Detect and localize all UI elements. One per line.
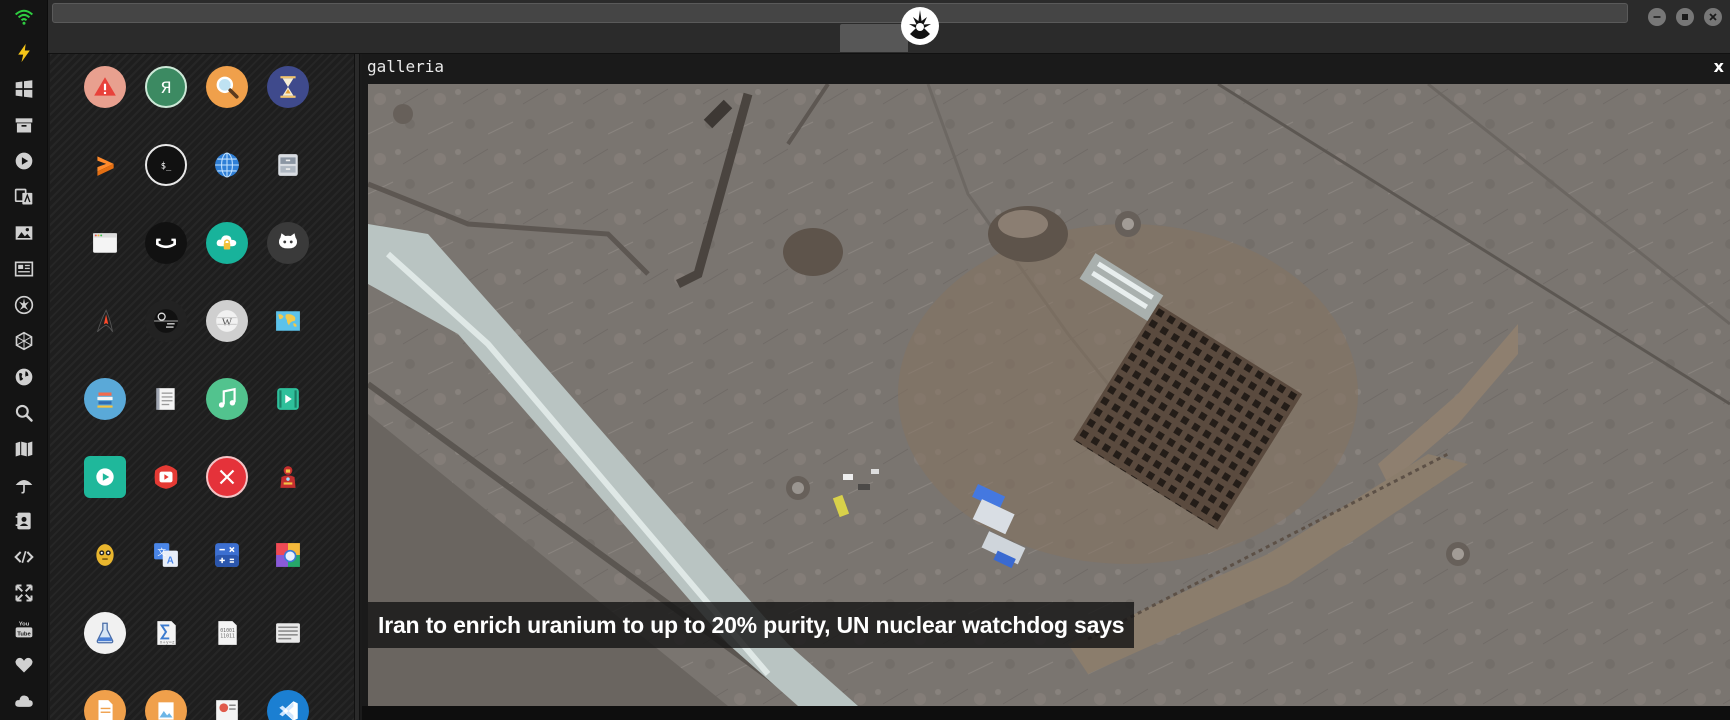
document-icon[interactable] [84,690,126,720]
flask-icon[interactable] [84,612,126,654]
top-bar [48,0,1730,54]
contacts-icon[interactable] [9,506,39,536]
color-picker-icon[interactable] [267,534,309,576]
globe-icon[interactable] [206,144,248,186]
youtube-icon[interactable] [145,456,187,498]
warning-icon[interactable] [84,66,126,108]
c3po-icon[interactable] [84,534,126,576]
translate-icon[interactable]: 文A [145,534,187,576]
play-circle-icon[interactable] [9,146,39,176]
code-icon[interactable] [9,542,39,572]
umbrella-icon[interactable] [9,470,39,500]
gallery-title: galleria [367,57,445,76]
gallery-footer-bar [362,706,1730,720]
notebook-icon[interactable] [145,378,187,420]
starfleet-icon[interactable] [84,300,126,342]
windows-icon[interactable] [9,74,39,104]
rebel-alliance-icon[interactable] [9,290,39,320]
search-icon[interactable] [9,398,39,428]
app-launcher-grid: Я $_ W 文 A x+y=z 01001 11011 [50,54,354,720]
yandex-browser-icon[interactable]: Я [145,66,187,108]
hourglass-icon[interactable] [267,66,309,108]
books-icon[interactable] [84,378,126,420]
desktop: You Tube Я $_ W 文 A x+y=z 01001 11011 ga… [0,0,1730,720]
wikipedia-icon[interactable]: W [206,300,248,342]
video-icon[interactable] [267,378,309,420]
search-icon[interactable] [206,66,248,108]
svg-text:$_: $_ [161,161,172,171]
play-store-icon[interactable] [84,456,126,498]
hammock-icon[interactable] [145,222,187,264]
photo-caption: Iran to enrich uranium to up to 20% puri… [368,602,1135,648]
svg-text:文: 文 [157,546,166,558]
iron-man-icon[interactable] [267,456,309,498]
window-icon[interactable] [84,222,126,264]
hexagon-icon[interactable] [9,326,39,356]
gallery-window: galleria x Iran to enrich uranium to up … [362,54,1730,720]
terminal-icon[interactable]: $_ [145,144,187,186]
svg-text:11011: 11011 [220,633,235,639]
cloud-lock-icon[interactable] [206,222,248,264]
formula-icon[interactable]: x+y=z [145,612,187,654]
binary-file-icon[interactable]: 01001 11011 [206,612,248,654]
globe-icon[interactable] [9,362,39,392]
file-manager-icon[interactable] [267,144,309,186]
svg-text:W: W [222,316,233,328]
svg-text:Я: Я [160,78,171,97]
cloud-icon[interactable] [9,686,39,716]
left-dock: You Tube [0,0,48,720]
newspaper-icon[interactable] [9,254,39,284]
presentation-icon[interactable] [206,690,248,720]
svg-text:Tube: Tube [17,631,31,637]
archive-icon[interactable] [9,110,39,140]
svg-text:x+y=z: x+y=z [160,639,175,645]
expand-icon[interactable] [9,578,39,608]
panel-resize-handle[interactable] [354,54,360,720]
close-button[interactable] [1704,8,1722,26]
heart-icon[interactable] [9,650,39,680]
url-input[interactable] [52,3,1628,23]
maximize-button[interactable] [1676,8,1694,26]
github-icon[interactable] [267,222,309,264]
youtube-icon[interactable]: You Tube [9,614,39,644]
rebel-alliance-logo-icon[interactable] [900,6,940,46]
minimize-button[interactable] [1648,8,1666,26]
world-map-icon[interactable] [267,300,309,342]
close-circle-icon[interactable] [206,456,248,498]
lightning-icon[interactable] [9,38,39,68]
music-icon[interactable] [206,378,248,420]
image-icon[interactable] [9,218,39,248]
text-file-icon[interactable] [267,612,309,654]
wifi-icon[interactable] [9,2,39,32]
photo-viewer-icon[interactable] [145,690,187,720]
death-star-icon[interactable] [145,300,187,342]
svg-text:You: You [19,622,30,628]
active-tab[interactable] [840,24,908,52]
vscode-icon[interactable] [267,690,309,720]
gallery-close-button[interactable]: x [1714,56,1724,78]
sublime-text-icon[interactable] [84,144,126,186]
svg-text:A: A [167,556,174,567]
map-icon[interactable] [9,434,39,464]
calculator-icon[interactable] [206,534,248,576]
translate-icon[interactable] [9,182,39,212]
